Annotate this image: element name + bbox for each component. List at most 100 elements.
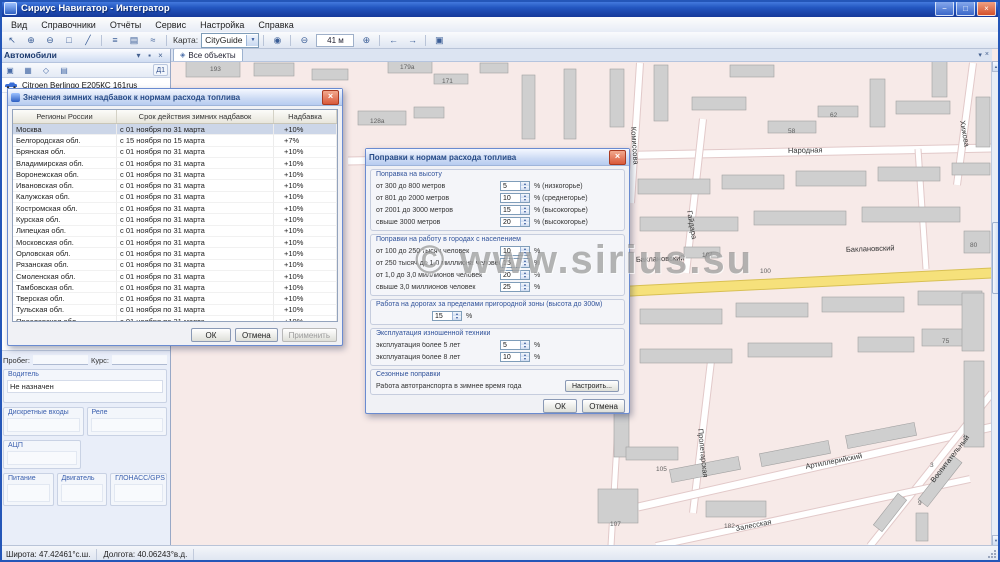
- table-row[interactable]: Брянская обл.с 01 ноября по 31 марта+10%: [13, 147, 337, 158]
- ruler-icon[interactable]: ╱: [79, 32, 97, 48]
- menu-item[interactable]: Настройка: [193, 19, 251, 31]
- value-spinner[interactable]: 5▲▼: [500, 181, 530, 191]
- zoom-out-icon[interactable]: ⊖: [41, 32, 59, 48]
- tab-all-objects[interactable]: ◈ Все объекты: [173, 48, 243, 61]
- spinner-value[interactable]: 15: [433, 312, 452, 320]
- spinner-value[interactable]: 5: [501, 341, 520, 349]
- table-row[interactable]: Воронежская обл.с 01 ноября по 31 марта+…: [13, 169, 337, 180]
- value-spinner[interactable]: 15▲▼: [500, 258, 530, 268]
- table-row[interactable]: Московская обл.с 01 ноября по 31 марта+1…: [13, 237, 337, 248]
- legend-icon[interactable]: ▤: [125, 32, 143, 48]
- configure-button[interactable]: Настроить...: [565, 380, 619, 392]
- spinner-value[interactable]: 5: [501, 182, 520, 190]
- spin-down-icon[interactable]: ▼: [521, 287, 529, 291]
- table-row[interactable]: Орловская обл.с 01 ноября по 31 марта+10…: [13, 248, 337, 259]
- zoom-in-map-icon[interactable]: ⊕: [357, 32, 375, 48]
- zoom-in-icon[interactable]: ⊕: [22, 32, 40, 48]
- spin-down-icon[interactable]: ▼: [521, 357, 529, 361]
- table-row[interactable]: Рязанская обл.с 01 ноября по 31 марта+10…: [13, 260, 337, 271]
- table-row[interactable]: Тамбовская обл.с 01 ноября по 31 марта+1…: [13, 282, 337, 293]
- strip-close-icon[interactable]: ×: [985, 51, 989, 59]
- spinner-value[interactable]: 25: [501, 283, 520, 291]
- value-spinner[interactable]: 5▲▼: [500, 340, 530, 350]
- reports-tab-icon[interactable]: ▤: [56, 63, 72, 77]
- table-row[interactable]: Москвас 01 ноября по 31 марта+10%: [13, 124, 337, 135]
- panel-pin-icon[interactable]: ▪: [144, 51, 155, 60]
- winter-dialog-titlebar[interactable]: Значения зимних надбавок к нормам расход…: [8, 89, 342, 106]
- panel-menu-icon[interactable]: ▾: [133, 51, 144, 60]
- minimize-button[interactable]: −: [935, 1, 954, 16]
- cancel-button[interactable]: Отмена: [582, 399, 625, 413]
- tracks-icon[interactable]: ≈: [144, 32, 162, 48]
- combo-dropdown-icon[interactable]: ▼: [246, 35, 258, 46]
- menu-item[interactable]: Справка: [251, 19, 300, 31]
- map-source-combo[interactable]: CityGuide ▼: [201, 33, 259, 48]
- table-row[interactable]: Калужская обл.с 01 ноября по 31 марта+10…: [13, 192, 337, 203]
- resize-grip[interactable]: [994, 556, 996, 558]
- table-row[interactable]: Ивановская обл.с 01 ноября по 31 марта+1…: [13, 180, 337, 191]
- map-vertical-scrollbar[interactable]: ▲ ▼: [991, 61, 1000, 546]
- strip-menu-icon[interactable]: ▾: [978, 51, 982, 59]
- winter-dialog-close-button[interactable]: ×: [322, 90, 339, 105]
- scrollbar-thumb[interactable]: [992, 222, 1000, 294]
- value-spinner[interactable]: 20▲▼: [500, 217, 530, 227]
- spin-down-icon[interactable]: ▼: [521, 198, 529, 202]
- prev-view-icon[interactable]: ←: [384, 32, 402, 48]
- menu-item[interactable]: Справочники: [34, 19, 103, 31]
- table-row[interactable]: Владимирская обл.с 01 ноября по 31 марта…: [13, 158, 337, 169]
- apply-button[interactable]: Применить: [282, 328, 337, 342]
- value-spinner[interactable]: 15▲▼: [500, 205, 530, 215]
- spinner-value[interactable]: 10: [501, 353, 520, 361]
- value-spinner[interactable]: 15▲▼: [432, 311, 462, 321]
- next-view-icon[interactable]: →: [403, 32, 421, 48]
- menu-item[interactable]: Вид: [4, 19, 34, 31]
- zoom-window-icon[interactable]: □: [60, 32, 78, 48]
- table-row[interactable]: Смоленская обл.с 01 ноября по 31 марта+1…: [13, 271, 337, 282]
- fullscreen-icon[interactable]: ▣: [430, 32, 448, 48]
- scrollbar-track[interactable]: [992, 72, 1000, 535]
- corrections-dialog-close-button[interactable]: ×: [609, 150, 626, 165]
- ok-button[interactable]: ОК: [191, 328, 231, 342]
- menu-item[interactable]: Отчёты: [103, 19, 148, 31]
- table-row[interactable]: Тульская обл.с 01 ноября по 31 марта+10%: [13, 305, 337, 316]
- spinner-value[interactable]: 10: [501, 194, 520, 202]
- spin-down-icon[interactable]: ▼: [521, 222, 529, 226]
- value-spinner[interactable]: 20▲▼: [500, 270, 530, 280]
- zoom-out-map-icon[interactable]: ⊖: [295, 32, 313, 48]
- spinner-value[interactable]: 20: [501, 218, 520, 226]
- spinner-value[interactable]: 15: [501, 206, 520, 214]
- panel-close-icon[interactable]: ×: [155, 51, 166, 60]
- close-button[interactable]: ×: [977, 1, 996, 16]
- spinner-value[interactable]: 10: [501, 247, 520, 255]
- maximize-button[interactable]: □: [956, 1, 975, 16]
- spinner-value[interactable]: 15: [501, 259, 520, 267]
- geozones-tab-icon[interactable]: ◇: [38, 63, 54, 77]
- table-row[interactable]: Белгородская обл.с 15 ноября по 15 марта…: [13, 135, 337, 146]
- scroll-up-icon[interactable]: ▲: [992, 61, 1000, 72]
- cancel-button[interactable]: Отмена: [235, 328, 278, 342]
- table-row[interactable]: Костромская обл.с 01 ноября по 31 марта+…: [13, 203, 337, 214]
- spin-down-icon[interactable]: ▼: [453, 316, 461, 320]
- value-spinner[interactable]: 10▲▼: [500, 246, 530, 256]
- groups-tab-icon[interactable]: ▦: [20, 63, 36, 77]
- menu-item[interactable]: Сервис: [148, 19, 193, 31]
- table-row[interactable]: Липецкая обл.с 01 ноября по 31 марта+10%: [13, 226, 337, 237]
- corrections-dialog-titlebar[interactable]: Поправки к нормам расхода топлива ×: [366, 149, 629, 166]
- vehicles-tab-icon[interactable]: ▣: [2, 63, 18, 77]
- table-row[interactable]: Тверская обл.с 01 ноября по 31 марта+10%: [13, 293, 337, 304]
- select-pointer-icon[interactable]: ↖: [3, 32, 21, 48]
- panel-mini-button[interactable]: Д1: [153, 64, 168, 76]
- spin-down-icon[interactable]: ▼: [521, 186, 529, 190]
- spin-down-icon[interactable]: ▼: [521, 210, 529, 214]
- value-spinner[interactable]: 10▲▼: [500, 352, 530, 362]
- spinner-value[interactable]: 20: [501, 271, 520, 279]
- locate-vehicle-icon[interactable]: ◉: [268, 32, 286, 48]
- table-row[interactable]: Курская обл.с 01 ноября по 31 марта+10%: [13, 214, 337, 225]
- table-row[interactable]: Ярославская обл.с 01 ноября по 31 марта+…: [13, 316, 337, 322]
- spin-down-icon[interactable]: ▼: [521, 251, 529, 255]
- layers-icon[interactable]: ≡: [106, 32, 124, 48]
- value-spinner[interactable]: 10▲▼: [500, 193, 530, 203]
- ok-button[interactable]: ОК: [543, 399, 577, 413]
- value-spinner[interactable]: 25▲▼: [500, 282, 530, 292]
- spin-down-icon[interactable]: ▼: [521, 345, 529, 349]
